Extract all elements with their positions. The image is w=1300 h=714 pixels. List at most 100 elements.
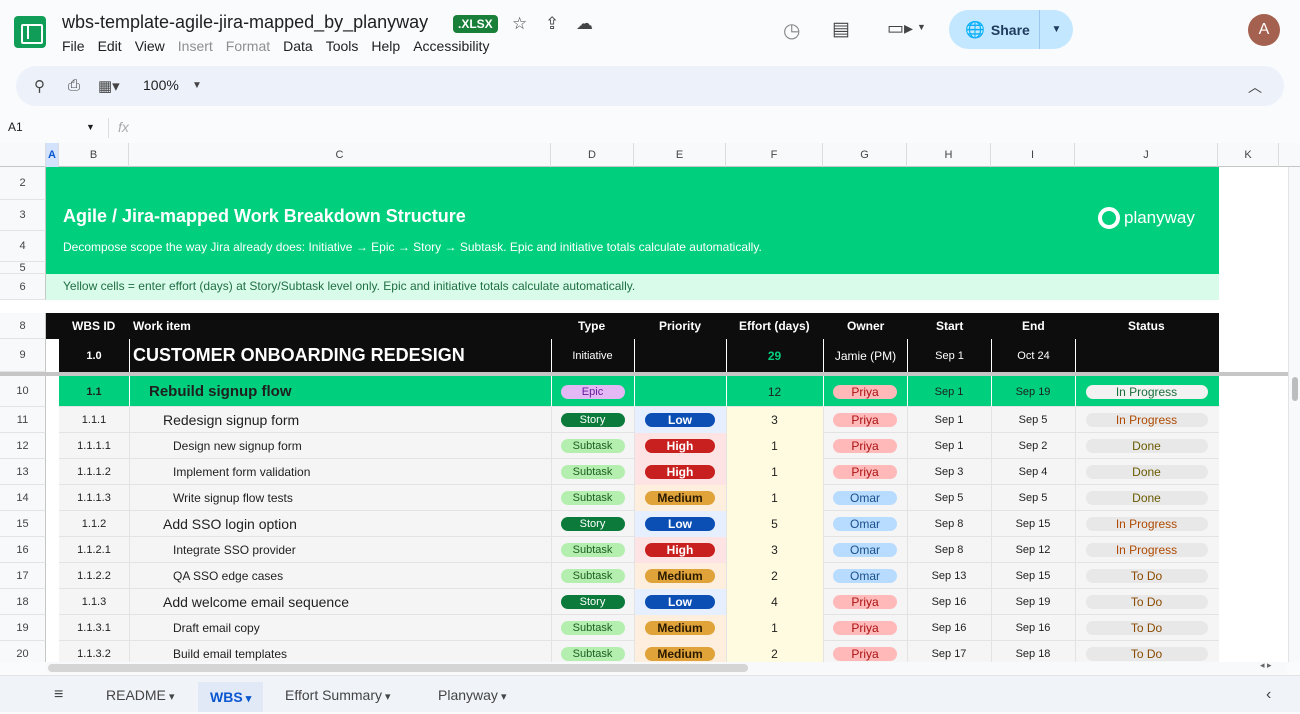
row-header[interactable]: 6 <box>0 274 46 300</box>
owner-pill: Priya <box>833 465 897 479</box>
chevron-down-icon[interactable]: ▾ <box>243 693 252 705</box>
effort: 5 <box>771 517 778 531</box>
star-icon[interactable]: ☆ <box>512 14 527 34</box>
type: Subtask <box>551 641 634 662</box>
row-header[interactable]: 4 <box>0 231 46 262</box>
name-box[interactable]: A1 ▼ <box>8 120 100 134</box>
globe-icon: 🌐 <box>965 21 985 39</box>
tabs-scroll-left-icon[interactable]: ‹ <box>1266 684 1271 708</box>
meet-icon[interactable]: ▭▸ <box>887 18 913 39</box>
row-header[interactable]: 15 <box>0 511 46 537</box>
row-header[interactable]: 19 <box>0 615 46 641</box>
row-header[interactable]: 3 <box>0 200 46 231</box>
zoom-dropdown-icon[interactable]: ▼ <box>192 80 202 91</box>
column-header-d[interactable]: D <box>551 143 634 167</box>
sheet-tab-effort-summary[interactable]: Effort Summary ▾ <box>285 684 391 708</box>
row-header[interactable]: 10 <box>0 376 46 407</box>
column-header-j[interactable]: J <box>1075 143 1218 167</box>
column-header-h[interactable]: H <box>907 143 991 167</box>
search-icon[interactable]: ⚲ <box>34 77 45 95</box>
row-header[interactable]: 20 <box>0 641 46 662</box>
type-pill: Story <box>560 595 625 609</box>
column-header-g[interactable]: G <box>823 143 907 167</box>
work-item: Implement form validation <box>173 465 311 479</box>
status-pill: In Progress <box>1085 543 1208 557</box>
initiative-end: Oct 24 <box>1017 349 1050 362</box>
chevron-down-icon[interactable]: ▾ <box>498 691 507 703</box>
menu-insert[interactable]: Insert <box>178 38 213 54</box>
share-button[interactable]: 🌐 Share ▼ <box>949 10 1073 49</box>
priority-pill: Low <box>645 595 715 609</box>
column-header-b[interactable]: B <box>59 143 129 167</box>
end-date: Sep 19 <box>1015 596 1051 608</box>
row-header[interactable]: 14 <box>0 485 46 511</box>
select-all-corner[interactable] <box>0 143 46 167</box>
collapse-toolbar-icon[interactable]: ︿ <box>1248 77 1262 97</box>
row-header[interactable]: 9 <box>0 339 46 372</box>
row-header[interactable]: 5 <box>0 262 46 274</box>
chevron-down-icon[interactable]: ▾ <box>166 691 175 703</box>
menu-data[interactable]: Data <box>283 38 313 54</box>
meet-dropdown-icon[interactable]: ▼ <box>917 22 926 32</box>
menu-format[interactable]: Format <box>226 38 270 54</box>
cloud-status-icon[interactable]: ☁ <box>576 14 593 34</box>
initiative-effort: 29 <box>767 348 782 363</box>
column-header-f[interactable]: F <box>726 143 823 167</box>
column-header-e[interactable]: E <box>634 143 726 167</box>
wbs-id: 1.1.1.3 <box>77 492 111 504</box>
status: To Do <box>1075 563 1218 589</box>
end-date: Sep 15 <box>1015 518 1051 530</box>
sheet-tab-wbs[interactable]: WBS ▾ <box>198 682 264 712</box>
toolbar: ⚲ ⎙ ▦▾ 100% ▼ ︿ <box>16 66 1284 106</box>
menu-accessibility[interactable]: Accessibility <box>413 38 489 54</box>
header-item: Work item <box>133 319 191 333</box>
row-header[interactable]: 8 <box>0 313 46 339</box>
version-history-icon[interactable]: ◷ <box>783 18 800 43</box>
sheet-tab-readme[interactable]: README ▾ <box>106 684 174 708</box>
menu-edit[interactable]: Edit <box>98 38 122 54</box>
name-box-dropdown-icon[interactable]: ▼ <box>86 122 95 132</box>
zoom-select[interactable]: 100% <box>143 77 179 93</box>
owner-pill: Omar <box>833 569 897 583</box>
all-sheets-icon[interactable]: ≡ <box>54 684 63 708</box>
row-header[interactable]: 11 <box>0 407 46 433</box>
owner: Priya <box>823 376 907 407</box>
status: Done <box>1075 459 1218 485</box>
print-icon[interactable]: ⎙ <box>68 77 80 94</box>
avatar[interactable]: A <box>1248 14 1280 46</box>
owner: Omar <box>823 537 907 563</box>
row-header[interactable]: 13 <box>0 459 46 485</box>
row-header[interactable]: 17 <box>0 563 46 589</box>
row-header[interactable]: 12 <box>0 433 46 459</box>
column-header-a[interactable]: A <box>46 143 59 167</box>
document-title[interactable]: wbs-template-agile-jira-mapped_by_planyw… <box>62 12 428 33</box>
menu-tools[interactable]: Tools <box>326 38 359 54</box>
type-pill: Subtask <box>560 543 625 557</box>
sheet-tab-planyway[interactable]: Planyway ▾ <box>438 684 507 708</box>
row-header[interactable]: 16 <box>0 537 46 563</box>
start-date: Sep 1 <box>934 414 964 426</box>
share-dropdown-icon[interactable]: ▼ <box>1040 24 1073 35</box>
formula-input[interactable] <box>145 116 1295 140</box>
sheet-tab-label: Effort Summary <box>285 687 382 703</box>
move-icon[interactable]: ⇪ <box>545 14 559 34</box>
column-header-c[interactable]: C <box>129 143 551 167</box>
cell-ref: A1 <box>8 120 23 134</box>
menu-file[interactable]: File <box>62 38 85 54</box>
format-grid-icon[interactable]: ▦▾ <box>98 77 120 95</box>
chevron-down-icon[interactable]: ▾ <box>382 691 391 703</box>
owner: Priya <box>823 459 907 485</box>
wbs-id: 1.1.1.1 <box>77 440 111 452</box>
horizontal-scrollbar[interactable]: ◂ ▸ <box>46 660 1286 674</box>
column-header-i[interactable]: I <box>991 143 1075 167</box>
row-header[interactable]: 18 <box>0 589 46 615</box>
type: Subtask <box>551 615 634 641</box>
menu-view[interactable]: View <box>135 38 165 54</box>
sheets-logo-icon[interactable] <box>14 16 46 48</box>
sheet-tab-bar: ≡ README ▾ WBS ▾ Effort Summary ▾ Planyway … <box>0 675 1300 712</box>
vertical-scrollbar[interactable] <box>1288 167 1300 662</box>
row-header[interactable]: 2 <box>0 167 46 200</box>
column-header-k[interactable]: K <box>1218 143 1279 167</box>
menu-help[interactable]: Help <box>371 38 400 54</box>
comments-icon[interactable]: ▤ <box>832 18 850 41</box>
